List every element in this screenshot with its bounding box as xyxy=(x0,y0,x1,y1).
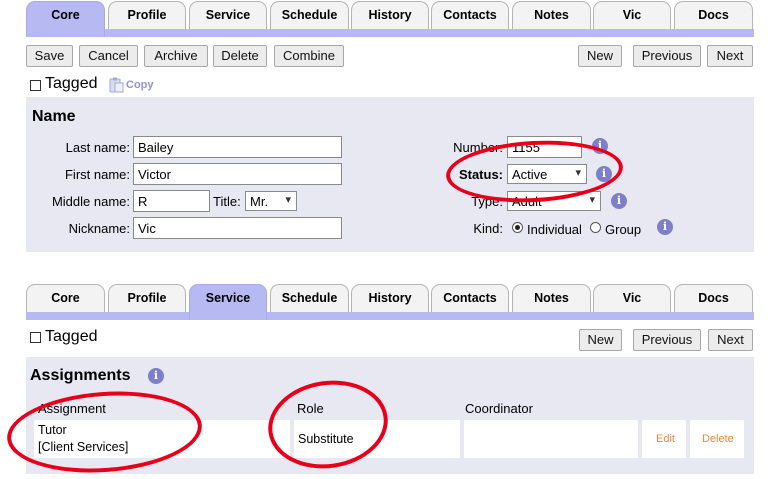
first-name-label: First name: xyxy=(64,167,130,182)
tab-vic[interactable]: Vic xyxy=(593,1,671,29)
middle-name-input[interactable]: R xyxy=(133,190,210,212)
nickname-label: Nickname: xyxy=(68,221,130,236)
delete-button[interactable]: Delete xyxy=(213,45,267,67)
save-button[interactable]: Save xyxy=(26,45,73,67)
tab-docs[interactable]: Docs xyxy=(674,1,753,29)
tagged-label: Tagged xyxy=(45,75,98,92)
tab-service[interactable]: Service xyxy=(189,1,267,29)
title-select[interactable]: Mr. ▾ xyxy=(245,191,297,211)
combine-button[interactable]: Combine xyxy=(274,45,344,67)
edit-link[interactable]: Edit xyxy=(656,433,675,445)
kind-individual-label: Individual xyxy=(527,222,582,237)
type-info-icon[interactable]: i xyxy=(611,193,627,209)
bottom-tab-bar: Core Profile Service Schedule History Co… xyxy=(26,284,754,320)
last-name-label: Last name: xyxy=(65,140,130,155)
middle-name-label: Middle name: xyxy=(51,194,130,209)
kind-label: Kind: xyxy=(473,221,503,236)
clipboard-icon[interactable] xyxy=(108,77,124,93)
tab-schedule[interactable]: Schedule xyxy=(270,1,349,29)
tab-history[interactable]: History xyxy=(351,284,429,312)
cancel-button[interactable]: Cancel xyxy=(79,45,138,67)
tab-underline xyxy=(26,312,754,320)
tab-docs[interactable]: Docs xyxy=(674,284,753,312)
column-header-coordinator: Coordinator xyxy=(465,401,533,416)
top-tab-bar: Core Profile Service Schedule History Co… xyxy=(26,1,754,37)
tab-underline xyxy=(26,29,754,37)
tab-profile[interactable]: Profile xyxy=(108,1,186,29)
title-label: Title: xyxy=(213,194,241,209)
archive-button[interactable]: Archive xyxy=(144,45,208,67)
assignments-info-icon[interactable]: i xyxy=(148,368,164,384)
next-button[interactable]: Next xyxy=(707,45,753,67)
tab-core[interactable]: Core xyxy=(26,1,105,37)
new-button[interactable]: New xyxy=(578,45,622,67)
coordinator-cell[interactable] xyxy=(464,420,638,458)
tab-notes[interactable]: Notes xyxy=(512,284,591,312)
kind-individual-radio[interactable] xyxy=(512,222,523,233)
previous-button[interactable]: Previous xyxy=(633,45,701,67)
copy-link[interactable]: Copy xyxy=(126,79,154,91)
chevron-down-icon: ▾ xyxy=(589,194,595,206)
tab-profile[interactable]: Profile xyxy=(108,284,186,312)
nickname-input[interactable]: Vic xyxy=(133,217,342,239)
delete-link[interactable]: Delete xyxy=(702,433,734,445)
assignments-title: Assignments xyxy=(30,367,131,384)
tab-notes[interactable]: Notes xyxy=(512,1,591,29)
first-name-input[interactable]: Victor xyxy=(133,163,342,185)
tab-schedule[interactable]: Schedule xyxy=(270,284,349,312)
last-name-input[interactable]: Bailey xyxy=(133,136,342,158)
tab-core[interactable]: Core xyxy=(26,284,105,312)
previous-button-bottom[interactable]: Previous xyxy=(633,329,701,351)
next-button-bottom[interactable]: Next xyxy=(708,329,753,351)
tab-contacts[interactable]: Contacts xyxy=(431,1,509,29)
tagged-checkbox-bottom[interactable] xyxy=(30,332,41,343)
name-section-title: Name xyxy=(32,108,76,125)
tagged-checkbox[interactable] xyxy=(30,80,41,91)
title-value: Mr. xyxy=(250,194,269,209)
new-button-bottom[interactable]: New xyxy=(579,329,622,351)
kind-info-icon[interactable]: i xyxy=(657,219,673,235)
tab-contacts[interactable]: Contacts xyxy=(431,284,509,312)
kind-group-radio[interactable] xyxy=(590,222,601,233)
tab-vic[interactable]: Vic xyxy=(593,284,671,312)
tab-service[interactable]: Service xyxy=(189,284,267,320)
tab-history[interactable]: History xyxy=(351,1,429,29)
tagged-label-bottom: Tagged xyxy=(45,328,98,345)
kind-group-label: Group xyxy=(605,222,642,237)
chevron-down-icon: ▾ xyxy=(285,194,291,206)
